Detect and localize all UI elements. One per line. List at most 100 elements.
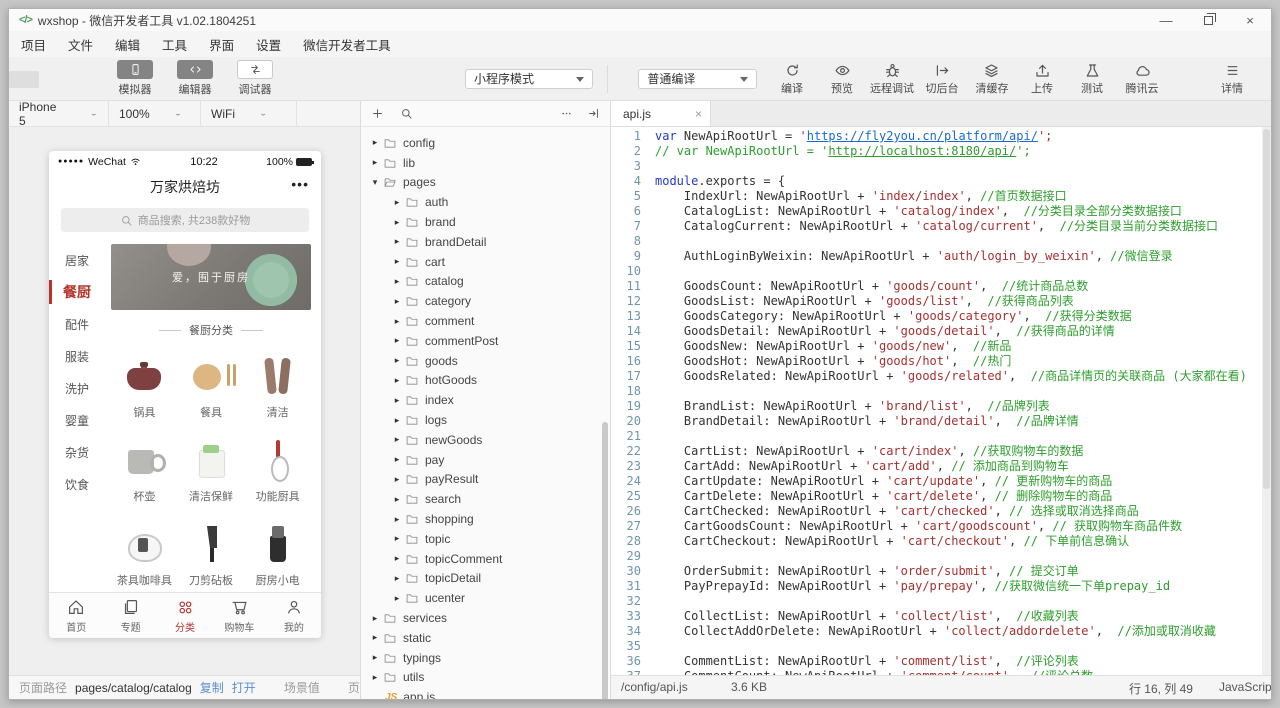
caret-right-icon[interactable]: ▸ (369, 613, 381, 624)
tree-item-comment[interactable]: ▸ comment (361, 311, 610, 331)
close-tab-icon[interactable]: × (695, 107, 702, 121)
caret-right-icon[interactable]: ▸ (391, 494, 403, 505)
menu-item-6[interactable]: 微信开发者工具 (303, 35, 391, 54)
caret-right-icon[interactable]: ▸ (391, 197, 403, 208)
category-item-杂货[interactable]: 杂货 (49, 436, 105, 468)
caret-right-icon[interactable]: ▸ (391, 296, 403, 307)
caret-right-icon[interactable]: ▸ (391, 474, 403, 485)
tree-item-auth[interactable]: ▸ auth (361, 192, 610, 212)
action-flask-button[interactable]: 测试 (1067, 61, 1117, 96)
subcategory-锅具[interactable]: 锅具 (111, 344, 178, 428)
action-menu-button[interactable]: 详情 (1207, 61, 1257, 96)
caret-right-icon[interactable]: ▸ (369, 652, 381, 663)
tree-item-pages[interactable]: ▾ pages (361, 173, 610, 193)
tree-item-utils[interactable]: ▸ utils (361, 668, 610, 688)
user-avatar-placeholder[interactable] (9, 71, 39, 88)
caret-right-icon[interactable]: ▸ (369, 672, 381, 683)
caret-right-icon[interactable]: ▸ (391, 335, 403, 346)
caret-right-icon[interactable]: ▸ (391, 434, 403, 445)
device-select[interactable]: iPhone 5 ⌄ (9, 100, 109, 128)
caret-right-icon[interactable]: ▸ (391, 375, 403, 386)
tree-item-app.js[interactable]: JS app.js (361, 687, 610, 699)
tree-item-services[interactable]: ▸ services (361, 608, 610, 628)
tree-item-cart[interactable]: ▸ cart (361, 252, 610, 272)
more-menu-icon[interactable]: ••• (291, 176, 309, 192)
subcategory-茶具咖啡具[interactable]: 茶具咖啡具 (111, 512, 178, 596)
编辑器-toggle-button[interactable]: 编辑器 (173, 60, 217, 97)
menu-item-5[interactable]: 设置 (256, 35, 281, 54)
category-item-居家[interactable]: 居家 (49, 244, 105, 276)
tree-item-catalog[interactable]: ▸ catalog (361, 272, 610, 292)
tree-item-topic[interactable]: ▸ topic (361, 529, 610, 549)
tree-item-lib[interactable]: ▸ lib (361, 153, 610, 173)
phone-tab-购物车[interactable]: 购物车 (212, 593, 266, 638)
menu-item-3[interactable]: 工具 (162, 35, 187, 54)
tree-item-newGoods[interactable]: ▸ newGoods (361, 430, 610, 450)
tree-item-brand[interactable]: ▸ brand (361, 212, 610, 232)
minimize-button[interactable]: — (1145, 9, 1187, 31)
menu-item-1[interactable]: 文件 (68, 35, 93, 54)
category-banner[interactable]: 爱，囿于厨房 (111, 244, 311, 310)
action-eye-button[interactable]: 预览 (817, 61, 867, 96)
close-button[interactable]: × (1229, 9, 1271, 31)
phone-tab-我的[interactable]: 我的 (267, 593, 321, 638)
tree-item-ucenter[interactable]: ▸ ucenter (361, 588, 610, 608)
search-files-icon[interactable] (400, 107, 413, 120)
caret-right-icon[interactable]: ▸ (391, 533, 403, 544)
code-editor[interactable]: 1 var NewApiRootUrl = 'https://fly2you.cn… (611, 127, 1271, 675)
phone-tab-分类[interactable]: 分类 (158, 593, 212, 638)
caret-right-icon[interactable]: ▸ (391, 355, 403, 366)
tree-item-commentPost[interactable]: ▸ commentPost (361, 331, 610, 351)
subcategory-清洁[interactable]: 清洁 (244, 344, 311, 428)
caret-right-icon[interactable]: ▸ (391, 276, 403, 287)
subcategory-清洁保鲜[interactable]: 清洁保鲜 (178, 428, 245, 512)
phone-tab-首页[interactable]: 首页 (49, 593, 103, 638)
caret-right-icon[interactable]: ▸ (391, 415, 403, 426)
action-layers-button[interactable]: 清缓存 (967, 61, 1017, 96)
category-item-配件[interactable]: 配件 (49, 308, 105, 340)
open-path-link[interactable]: 打开 (232, 679, 256, 696)
tree-item-topicComment[interactable]: ▸ topicComment (361, 549, 610, 569)
tree-item-category[interactable]: ▸ category (361, 291, 610, 311)
category-item-服装[interactable]: 服装 (49, 340, 105, 372)
tree-item-payResult[interactable]: ▸ payResult (361, 470, 610, 490)
caret-right-icon[interactable]: ▸ (369, 632, 381, 643)
action-tobg-button[interactable]: 切后台 (917, 61, 967, 96)
action-refresh-button[interactable]: 编译 (767, 61, 817, 96)
caret-right-icon[interactable]: ▸ (391, 573, 403, 584)
caret-right-icon[interactable]: ▸ (391, 217, 403, 228)
subcategory-餐具[interactable]: 餐具 (178, 344, 245, 428)
maximize-button[interactable] (1187, 9, 1229, 31)
tree-scrollbar[interactable] (602, 422, 608, 699)
category-item-饮食[interactable]: 饮食 (49, 468, 105, 500)
调试器-toggle-button[interactable]: 调试器 (233, 60, 277, 97)
action-upload-button[interactable]: 上传 (1017, 61, 1067, 96)
tree-item-pay[interactable]: ▸ pay (361, 450, 610, 470)
caret-right-icon[interactable]: ▸ (391, 454, 403, 465)
more-options-icon[interactable] (560, 107, 573, 120)
tree-item-index[interactable]: ▸ index (361, 390, 610, 410)
tree-item-goods[interactable]: ▸ goods (361, 351, 610, 371)
tab-api-js[interactable]: api.js × (611, 101, 711, 126)
subcategory-刀剪砧板[interactable]: 刀剪砧板 (178, 512, 245, 596)
caret-right-icon[interactable]: ▸ (391, 256, 403, 267)
tree-item-hotGoods[interactable]: ▸ hotGoods (361, 371, 610, 391)
mode-select[interactable]: 小程序模式 (465, 68, 594, 89)
caret-right-icon[interactable]: ▸ (369, 137, 381, 148)
caret-right-icon[interactable]: ▸ (391, 395, 403, 406)
add-file-icon[interactable] (371, 107, 384, 120)
zoom-select[interactable]: 100% ⌄ (109, 101, 201, 126)
tree-item-static[interactable]: ▸ static (361, 628, 610, 648)
tree-item-search[interactable]: ▸ search (361, 489, 610, 509)
page-params-label[interactable]: 页面参数 (348, 679, 360, 696)
menu-item-2[interactable]: 编辑 (115, 35, 140, 54)
tree-item-brandDetail[interactable]: ▸ brandDetail (361, 232, 610, 252)
caret-right-icon[interactable]: ▸ (391, 236, 403, 247)
editor-scrollbar-track[interactable] (1262, 127, 1271, 675)
category-item-洗护[interactable]: 洗护 (49, 372, 105, 404)
caret-right-icon[interactable]: ▸ (369, 157, 381, 168)
caret-down-icon[interactable]: ▾ (369, 177, 381, 188)
subcategory-功能厨具[interactable]: 功能厨具 (244, 428, 311, 512)
subcategory-厨房小电[interactable]: 厨房小电 (244, 512, 311, 596)
caret-right-icon[interactable]: ▸ (391, 316, 403, 327)
